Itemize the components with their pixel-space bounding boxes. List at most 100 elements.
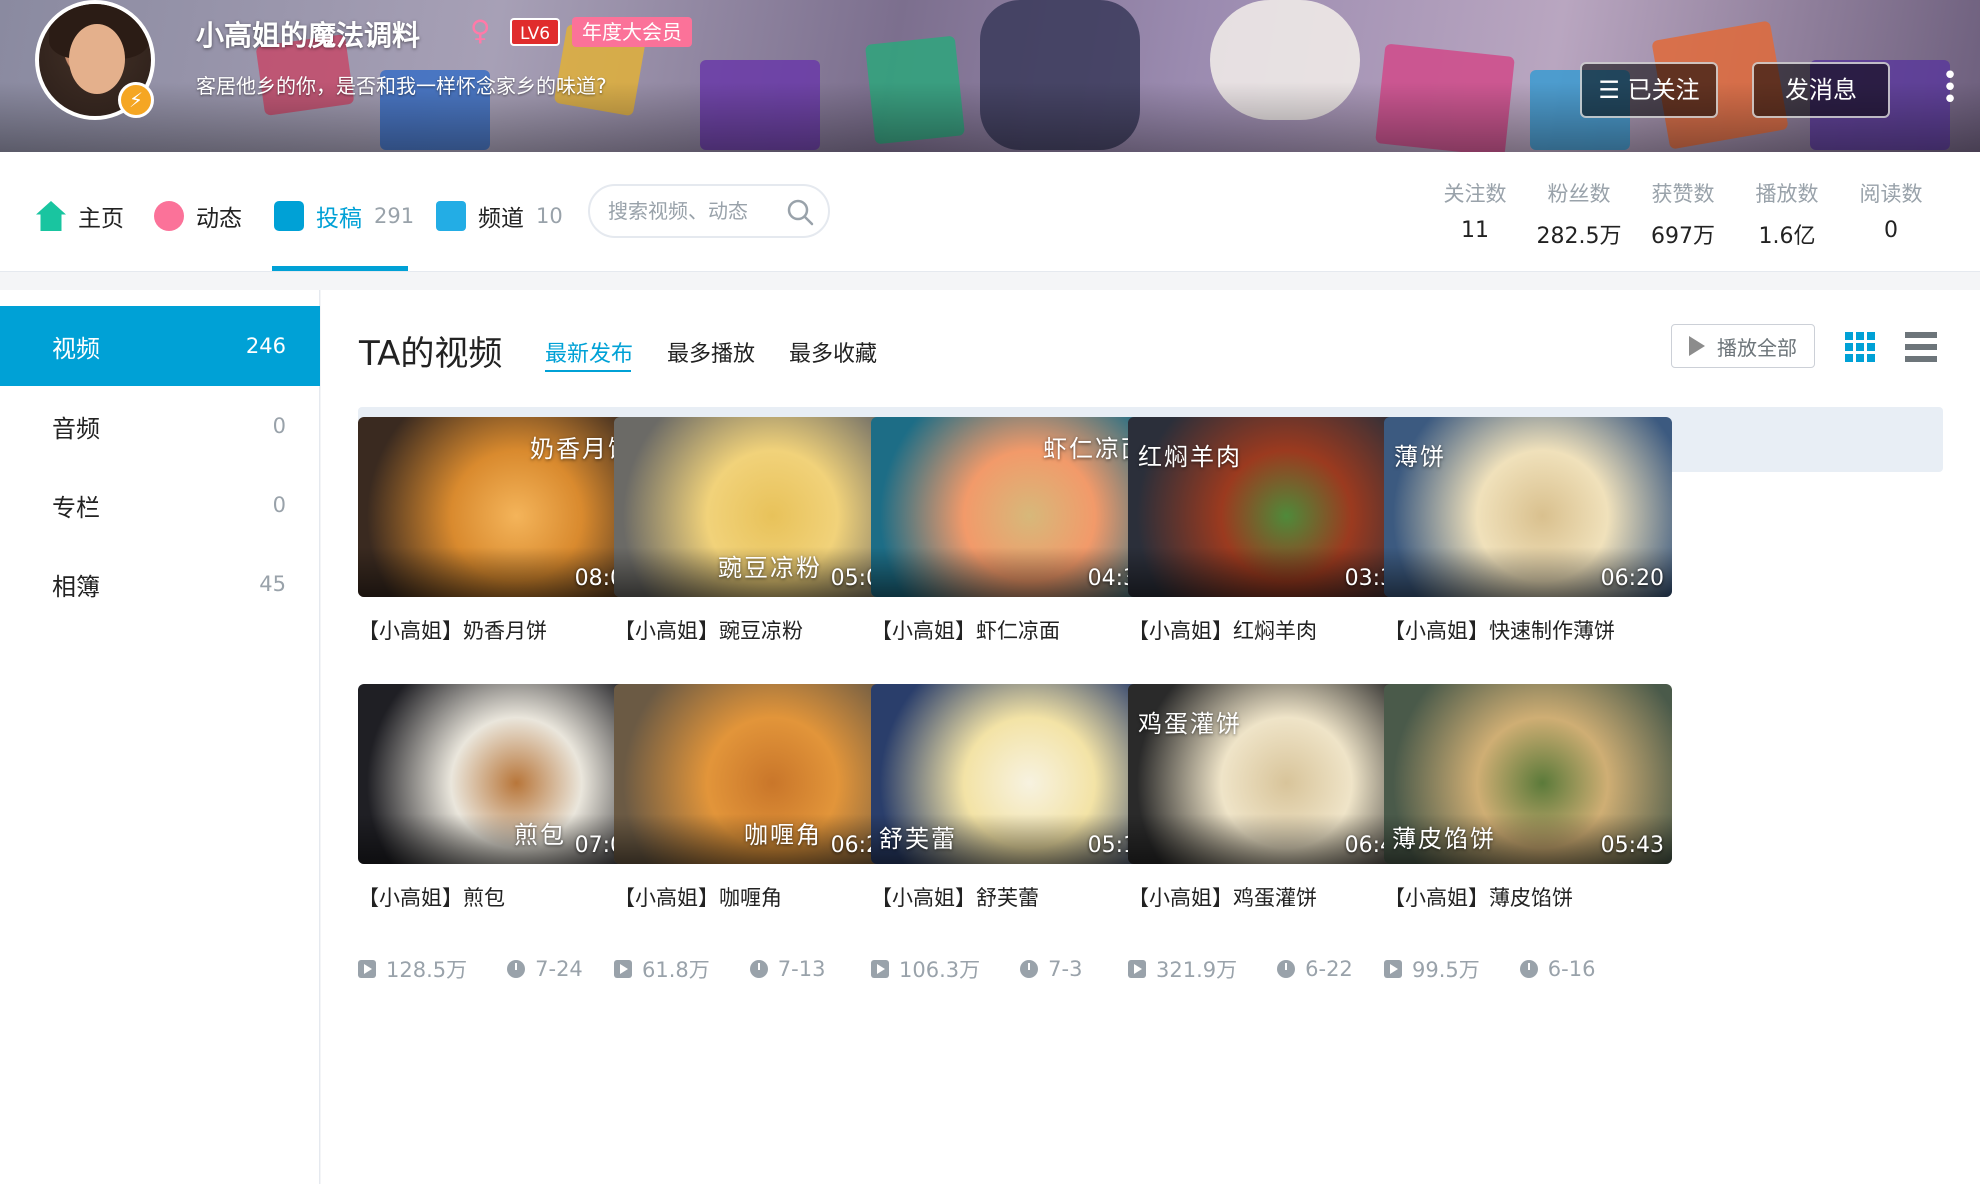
- play-count-icon: [871, 960, 889, 978]
- stat-label: 阅读数: [1859, 182, 1923, 206]
- video-card[interactable]: 薄饼06:20【小高姐】快速制作薄饼88.5万8-4: [1384, 417, 1672, 717]
- video-title[interactable]: 【小高姐】舒芙蕾: [871, 882, 1159, 912]
- video-thumbnail[interactable]: 舒芙蕾 05:15: [871, 684, 1159, 864]
- female-icon: ♀: [470, 14, 491, 47]
- user-signature: 客居他乡的你，是否和我一样怀念家乡的味道?: [196, 74, 607, 98]
- stat-following[interactable]: 关注数 11: [1430, 178, 1520, 243]
- thumbnail-caption: 薄饼: [1394, 443, 1446, 471]
- tab-contributions-label: 投稿: [316, 206, 362, 232]
- more-options-icon[interactable]: • • •: [1940, 63, 1960, 113]
- sort-tab-most-favorited[interactable]: 最多收藏: [789, 336, 877, 368]
- video-panel: TA的视频 最新发布 最多播放 最多收藏 播放全部 全部246 美食246 奶香…: [321, 290, 1980, 1184]
- video-title[interactable]: 【小高姐】快速制作薄饼: [1384, 615, 1672, 645]
- tab-home[interactable]: 主页: [36, 196, 124, 236]
- stat-likes: 获赞数 697万: [1638, 178, 1728, 250]
- clock-icon: [1277, 960, 1296, 978]
- sort-tab-latest[interactable]: 最新发布: [545, 336, 633, 368]
- video-thumbnail[interactable]: 薄饼 06:20: [1384, 417, 1672, 597]
- video-card[interactable]: 舒芙蕾 05:15 【小高姐】舒芙蕾 106.3万 7-3: [871, 684, 1159, 984]
- play-icon: [1689, 336, 1705, 356]
- tab-channel[interactable]: 频道 10: [436, 196, 563, 236]
- video-card[interactable]: 豌豆凉粉05:03【小高姐】豌豆凉粉33.6万9-13: [614, 417, 902, 717]
- stat-followers[interactable]: 粉丝数 282.5万: [1534, 178, 1624, 250]
- video-card[interactable]: 鸡蛋灌饼 06:47 【小高姐】鸡蛋灌饼 321.9万 6-22: [1128, 684, 1416, 984]
- search-icon[interactable]: [786, 198, 814, 226]
- video-title[interactable]: 【小高姐】奶香月饼: [358, 615, 646, 645]
- stat-value: 697万: [1651, 224, 1715, 249]
- grid-view-icon[interactable]: [1845, 332, 1875, 362]
- video-card[interactable]: 虾仁凉面04:34【小高姐】虾仁凉面60.6万8-30: [871, 417, 1159, 717]
- publish-date: 7-13: [777, 957, 826, 981]
- list-view-icon[interactable]: [1905, 332, 1937, 362]
- clock-icon: [1020, 960, 1039, 978]
- tab-home-label: 主页: [78, 206, 124, 232]
- sidebar-item-album[interactable]: 相簿 45: [0, 544, 320, 624]
- play-count-icon: [1384, 960, 1402, 978]
- video-thumbnail[interactable]: 咖喱角 06:28: [614, 684, 902, 864]
- thumbnail-caption: 舒芙蕾: [879, 825, 957, 853]
- stat-value: 1.6亿: [1758, 224, 1816, 249]
- sidebar-item-label: 音频: [52, 414, 100, 443]
- content-sidebar: 视频 246 音频 0 专栏 0 相簿 45: [0, 290, 320, 1184]
- video-thumbnail[interactable]: 豌豆凉粉 05:03: [614, 417, 902, 597]
- sidebar-item-count: 0: [272, 493, 286, 517]
- sort-tab-indicator: [545, 370, 631, 372]
- video-title[interactable]: 【小高姐】煎包: [358, 882, 646, 912]
- profile-banner: ⚡ 小高姐的魔法调料 ♀ LV6 年度大会员 客居他乡的你，是否和我一样怀念家乡…: [0, 0, 1980, 152]
- video-title[interactable]: 【小高姐】豌豆凉粉: [614, 615, 902, 645]
- active-tab-indicator: [272, 266, 408, 271]
- video-card[interactable]: 咖喱角 06:28 【小高姐】咖喱角 61.8万 7-13: [614, 684, 902, 984]
- video-meta: 321.9万 6-22: [1128, 954, 1416, 984]
- sidebar-item-video[interactable]: 视频 246: [0, 306, 320, 386]
- tab-contributions[interactable]: 投稿 291: [274, 196, 414, 236]
- video-card[interactable]: 奶香月饼08:07【小高姐】奶香月饼45.5万9-20: [358, 417, 646, 717]
- video-card[interactable]: 煎包 07:01 【小高姐】煎包 128.5万 7-24: [358, 684, 646, 984]
- play-count: 128.5万: [386, 958, 468, 982]
- video-thumbnail[interactable]: 奶香月饼 08:07: [358, 417, 646, 597]
- video-thumbnail[interactable]: 煎包 07:01: [358, 684, 646, 864]
- sidebar-item-label: 专栏: [52, 493, 100, 522]
- thumbnail-caption: 煎包: [514, 821, 566, 849]
- video-thumbnail[interactable]: 鸡蛋灌饼 06:47: [1128, 684, 1416, 864]
- send-message-button[interactable]: 发消息: [1752, 62, 1890, 118]
- video-title[interactable]: 【小高姐】红焖羊肉: [1128, 615, 1416, 645]
- tab-channel-label: 频道: [478, 206, 524, 232]
- play-count: 106.3万: [899, 958, 981, 982]
- tab-dynamic-label: 动态: [196, 206, 242, 232]
- play-all-button[interactable]: 播放全部: [1671, 324, 1815, 368]
- sidebar-item-count: 45: [259, 572, 286, 596]
- sidebar-item-count: 0: [272, 414, 286, 438]
- stat-value: 0: [1884, 218, 1898, 243]
- video-card[interactable]: 薄皮馅饼 05:43 【小高姐】薄皮馅饼 99.5万 6-16: [1384, 684, 1672, 984]
- video-thumbnail[interactable]: 红焖羊肉 03:33: [1128, 417, 1416, 597]
- stat-label: 播放数: [1755, 182, 1819, 206]
- search-input[interactable]: [608, 196, 778, 226]
- video-meta: 106.3万 7-3: [871, 954, 1159, 984]
- upload-icon: [274, 201, 304, 231]
- home-icon: [36, 201, 66, 231]
- publish-date: 7-24: [535, 957, 583, 981]
- video-meta: 99.5万 6-16: [1384, 954, 1672, 984]
- stat-label: 获赞数: [1651, 182, 1715, 206]
- thumbnail-caption: 薄皮馅饼: [1392, 825, 1496, 853]
- followed-button[interactable]: ☰ 已关注: [1580, 62, 1718, 118]
- video-card[interactable]: 红焖羊肉03:33【小高姐】红焖羊肉44.5万8-14: [1128, 417, 1416, 717]
- thumbnail-caption: 鸡蛋灌饼: [1138, 710, 1242, 738]
- play-count-icon: [614, 960, 632, 978]
- sort-tab-most-played[interactable]: 最多播放: [667, 336, 755, 368]
- video-thumbnail[interactable]: 薄皮馅饼 05:43: [1384, 684, 1672, 864]
- clock-icon: [1519, 960, 1538, 978]
- stat-value: 282.5万: [1536, 224, 1622, 249]
- video-thumbnail[interactable]: 虾仁凉面 04:34: [871, 417, 1159, 597]
- section-title: TA的视频: [359, 334, 503, 374]
- stat-plays: 播放数 1.6亿: [1742, 178, 1832, 250]
- clock-icon: [507, 960, 526, 978]
- tab-dynamic[interactable]: 动态: [154, 196, 242, 236]
- lightning-icon: ⚡: [118, 82, 154, 118]
- video-title[interactable]: 【小高姐】薄皮馅饼: [1384, 882, 1672, 912]
- video-title[interactable]: 【小高姐】虾仁凉面: [871, 615, 1159, 645]
- sidebar-item-audio[interactable]: 音频 0: [0, 386, 320, 466]
- video-title[interactable]: 【小高姐】鸡蛋灌饼: [1128, 882, 1416, 912]
- sidebar-item-column[interactable]: 专栏 0: [0, 465, 320, 545]
- video-title[interactable]: 【小高姐】咖喱角: [614, 882, 902, 912]
